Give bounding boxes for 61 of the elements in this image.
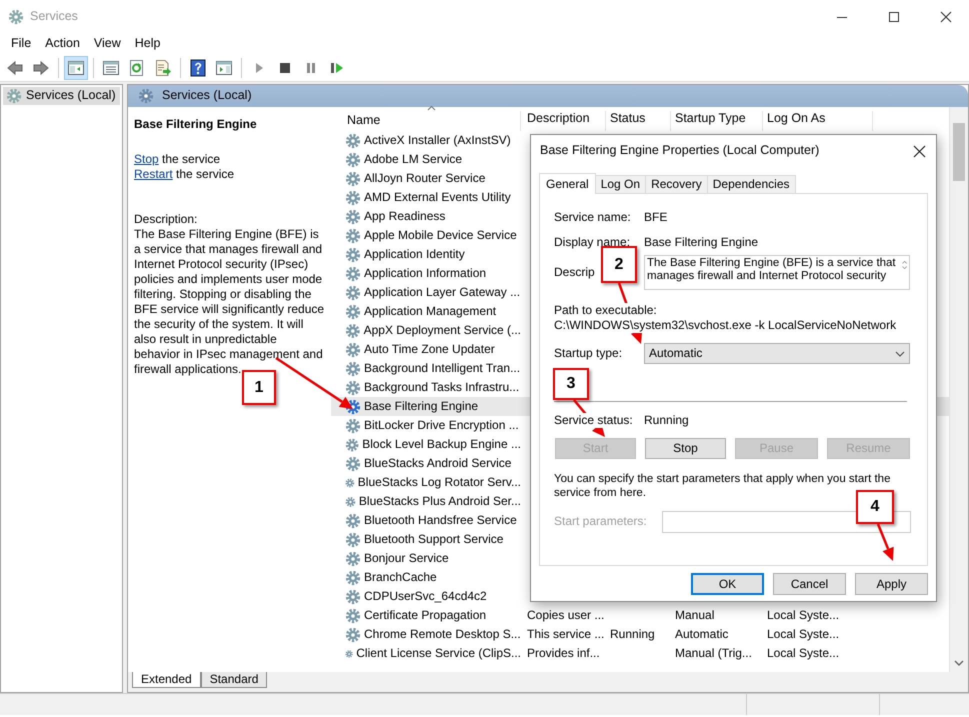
service-name: Bonjour Service (364, 551, 449, 566)
service-name: Certificate Propagation (364, 608, 486, 623)
service-name: Bluetooth Handsfree Service (364, 513, 517, 528)
service-name: BlueStacks Android Service (364, 456, 512, 471)
service-name: Apple Mobile Device Service (364, 228, 517, 243)
startup-type-cell: Automatic (675, 627, 728, 641)
log-on-cell: Local Syste... (767, 646, 840, 660)
service-name: Application Identity (364, 247, 465, 262)
service-name: Client License Service (ClipS... (356, 646, 521, 661)
log-on-cell: Local Syste... (767, 608, 840, 622)
service-name: BlueStacks Log Rotator Serv... (358, 475, 521, 490)
service-name: Application Layer Gateway ... (364, 285, 520, 300)
service-name: BranchCache (364, 570, 437, 585)
field-value: BFE (644, 210, 668, 225)
log-on-cell: Local Syste... (767, 627, 840, 641)
field-value: Running (644, 413, 689, 428)
service-name: AMD External Events Utility (364, 190, 511, 205)
dialog-title: Base Filtering Engine Properties (Local Computer) (540, 143, 820, 159)
callout-label: 1 (242, 370, 276, 405)
action-sentence: Stop the service (134, 152, 222, 167)
description-cell: This service ... (527, 627, 604, 641)
service-name: Bluetooth Support Service (364, 532, 504, 547)
field-label: Display name: (554, 235, 630, 249)
field-label: Descrip (554, 265, 595, 279)
service-name: BitLocker Drive Encryption ... (364, 418, 519, 433)
field-label: Path to executable: (554, 303, 657, 318)
callout-label: 2 (601, 246, 637, 283)
startup-type-cell: Manual (675, 608, 714, 622)
service-name: ActiveX Installer (AxInstSV) (364, 133, 511, 148)
description-value: The Base Filtering Engine (BFE) is a service that manages firewall and Internet Protocol security (647, 257, 897, 284)
service-name: BlueStacks Plus Android Ser... (358, 494, 521, 509)
field-label: Startup type: (554, 346, 622, 360)
description-label: Description: (134, 212, 198, 227)
service-name: Application Management (364, 304, 496, 319)
field-value: Base Filtering Engine (644, 235, 758, 250)
service-name: Base Filtering Engine (364, 399, 478, 414)
service-name: Background Intelligent Tran... (364, 361, 520, 376)
field-label: Service status: (554, 413, 633, 428)
service-name: Adobe LM Service (364, 152, 462, 167)
service-name: AllJoyn Router Service (364, 171, 486, 186)
service-name: AppX Deployment Service (... (364, 323, 521, 338)
pane-title: Services (Local) (162, 88, 252, 104)
service-name: Block Level Backup Engine ... (362, 437, 521, 452)
startup-type-cell: Manual (Trig... (675, 646, 752, 660)
field-label: Start parameters: (554, 514, 648, 530)
description-cell: Copies user ... (527, 608, 604, 622)
path-value: C:\WINDOWS\system32\svchost.exe -k LocalServiceNoNetwork (554, 318, 896, 333)
service-name: Auto Time Zone Updater (364, 342, 495, 357)
service-name: App Readiness (364, 209, 446, 224)
callout-label: 3 (553, 368, 589, 400)
field-label: Service name: (554, 210, 631, 224)
service-name: Chrome Remote Desktop S... (364, 627, 521, 642)
description-cell: Provides inf... (527, 646, 600, 660)
callout-label: 4 (856, 490, 894, 524)
status-cell: Running (610, 627, 655, 641)
window-title: Services (30, 9, 78, 25)
service-name: Application Information (364, 266, 486, 281)
action-sentence: Restart the service (134, 167, 236, 182)
service-title: Base Filtering Engine (134, 117, 258, 132)
service-name: Background Tasks Infrastru... (364, 380, 520, 395)
service-name: CDPUserSvc_64cd4c2 (364, 589, 487, 604)
